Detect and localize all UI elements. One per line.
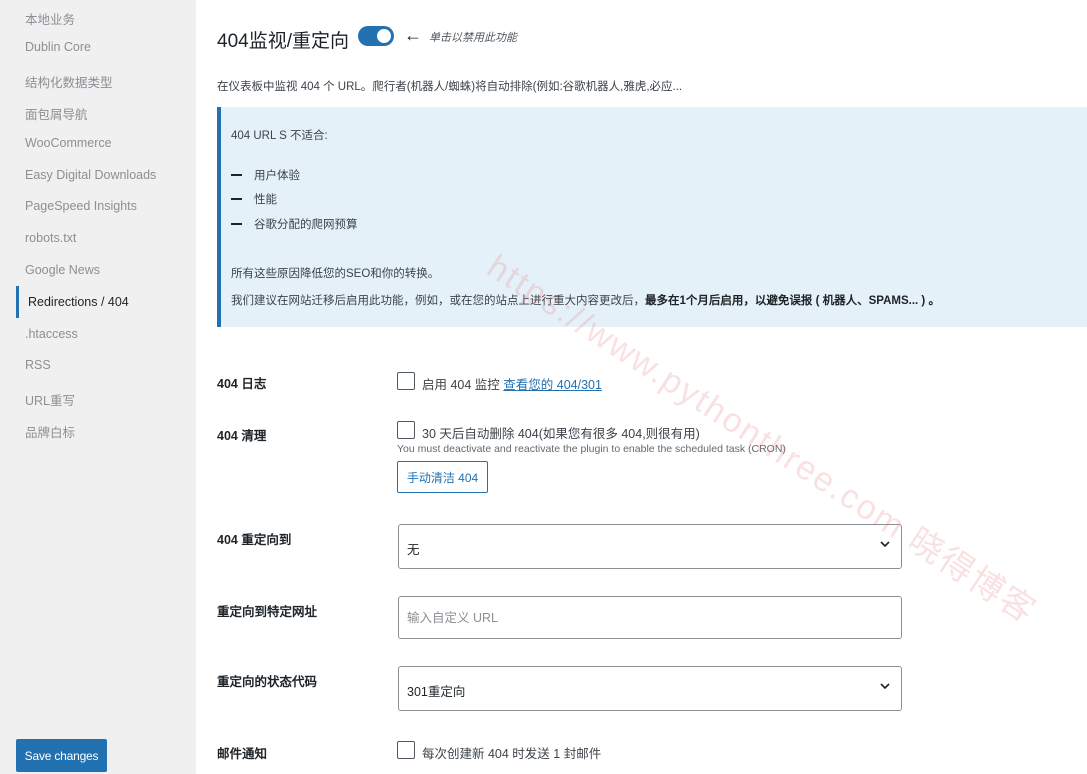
recommendation-bold: 最多在1个月后启用，以避免误报 ( 机器人、SPAMS... ) 。 [645,295,940,307]
notice-item-text: 性能 [254,194,277,206]
auto-cleanup-checkbox[interactable] [397,421,415,439]
view-404-link[interactable]: 查看您的 404/301 [503,378,602,392]
log-text: 启用 404 监控 [422,378,500,392]
settings-sidebar: 本地业务 Dublin Core 结构化数据类型 面包屑导航 WooCommer… [0,0,196,774]
active-indicator [16,286,19,318]
redirect-to-select[interactable]: 无 [398,524,902,569]
save-changes-button[interactable]: Save changes [16,739,107,772]
feature-toggle[interactable] [358,26,394,46]
redirect-to-label: 404 重定向到 [217,533,292,547]
chevron-down-icon [880,541,890,548]
cleanup-checkbox-label: 30 天后自动删除 404(如果您有很多 404,则很有用) [422,427,700,441]
sidebar-item-robots[interactable]: robots.txt [25,231,76,245]
log-label: 404 日志 [217,377,267,391]
sidebar-item-url-rewrite[interactable]: URL重写 [25,390,75,409]
status-code-select[interactable]: 301重定向 [398,666,902,711]
feature-description: 在仪表板中监视 404 个 URL。爬行者(机器人/蜘蛛)将自动排除(例如:谷歌… [217,81,683,93]
status-code-label: 重定向的状态代码 [217,675,318,689]
cron-hint: You must deactivate and reactivate the p… [397,443,786,455]
recommendation-text: 我们建议在网站迁移后启用此功能，例如，或在您的站点上进行重大内容更改后， [231,295,645,307]
sidebar-item-htaccess[interactable]: .htaccess [25,327,78,341]
sidebar-item-local-business[interactable]: 本地业务 [25,9,75,28]
log-checkbox-label: 启用 404 监控 查看您的 404/301 [422,374,602,393]
dash-icon [231,198,242,200]
sidebar-item-white-label[interactable]: 品牌白标 [25,422,75,441]
notice-recommendation: 我们建议在网站迁移后启用此功能，例如，或在您的站点上进行重大内容更改后，最多在1… [231,292,940,308]
enable-404-log-checkbox[interactable] [397,372,415,390]
notice-paragraph: 所有这些原因降低您的SEO和你的转换。 [231,268,440,280]
sidebar-item-pagespeed[interactable]: PageSpeed Insights [25,199,137,213]
email-notify-label: 邮件通知 [217,747,268,761]
page-title: 404监视/重定向 [217,31,349,52]
sidebar-item-edd[interactable]: Easy Digital Downloads [25,168,156,182]
email-checkbox-label: 每次创建新 404 时发送 1 封邮件 [422,747,602,761]
dash-icon [231,174,242,176]
sidebar-item-breadcrumbs[interactable]: 面包屑导航 [25,104,88,123]
custom-url-input[interactable] [398,596,902,639]
toggle-knob [377,29,391,43]
notice-heading: 404 URL S 不适合: [231,130,328,142]
toggle-hint: 单击以禁用此功能 [429,32,517,44]
chevron-down-icon [880,683,890,690]
sidebar-item-schema-types[interactable]: 结构化数据类型 [25,72,113,91]
info-notice: 404 URL S 不适合: 用户体验 性能 谷歌分配的爬网预算 所有这些原因降… [217,107,1087,327]
arrow-left-icon: ← [404,25,422,45]
status-code-value: 301重定向 [407,685,466,699]
custom-url-label: 重定向到特定网址 [217,605,318,619]
main-content: 404监视/重定向 ← 单击以禁用此功能 在仪表板中监视 404 个 URL。爬… [196,0,1087,774]
notice-list-item: 用户体验 [231,167,300,183]
notice-list-item: 性能 [231,191,277,207]
notice-list-item: 谷歌分配的爬网预算 [231,216,358,232]
manual-cleanup-button[interactable]: 手动清洁 404 [397,461,488,493]
sidebar-item-rss[interactable]: RSS [25,358,51,372]
notice-item-text: 用户体验 [254,170,300,182]
cleanup-label: 404 清理 [217,429,267,443]
sidebar-item-woocommerce[interactable]: WooCommerce [25,136,112,150]
sidebar-item-redirections[interactable]: Redirections / 404 [28,295,129,309]
dash-icon [231,223,242,225]
email-notify-checkbox[interactable] [397,741,415,759]
redirect-to-value: 无 [407,543,420,557]
sidebar-item-dublin-core[interactable]: Dublin Core [25,40,91,54]
notice-item-text: 谷歌分配的爬网预算 [254,219,358,231]
sidebar-item-google-news[interactable]: Google News [25,263,100,277]
